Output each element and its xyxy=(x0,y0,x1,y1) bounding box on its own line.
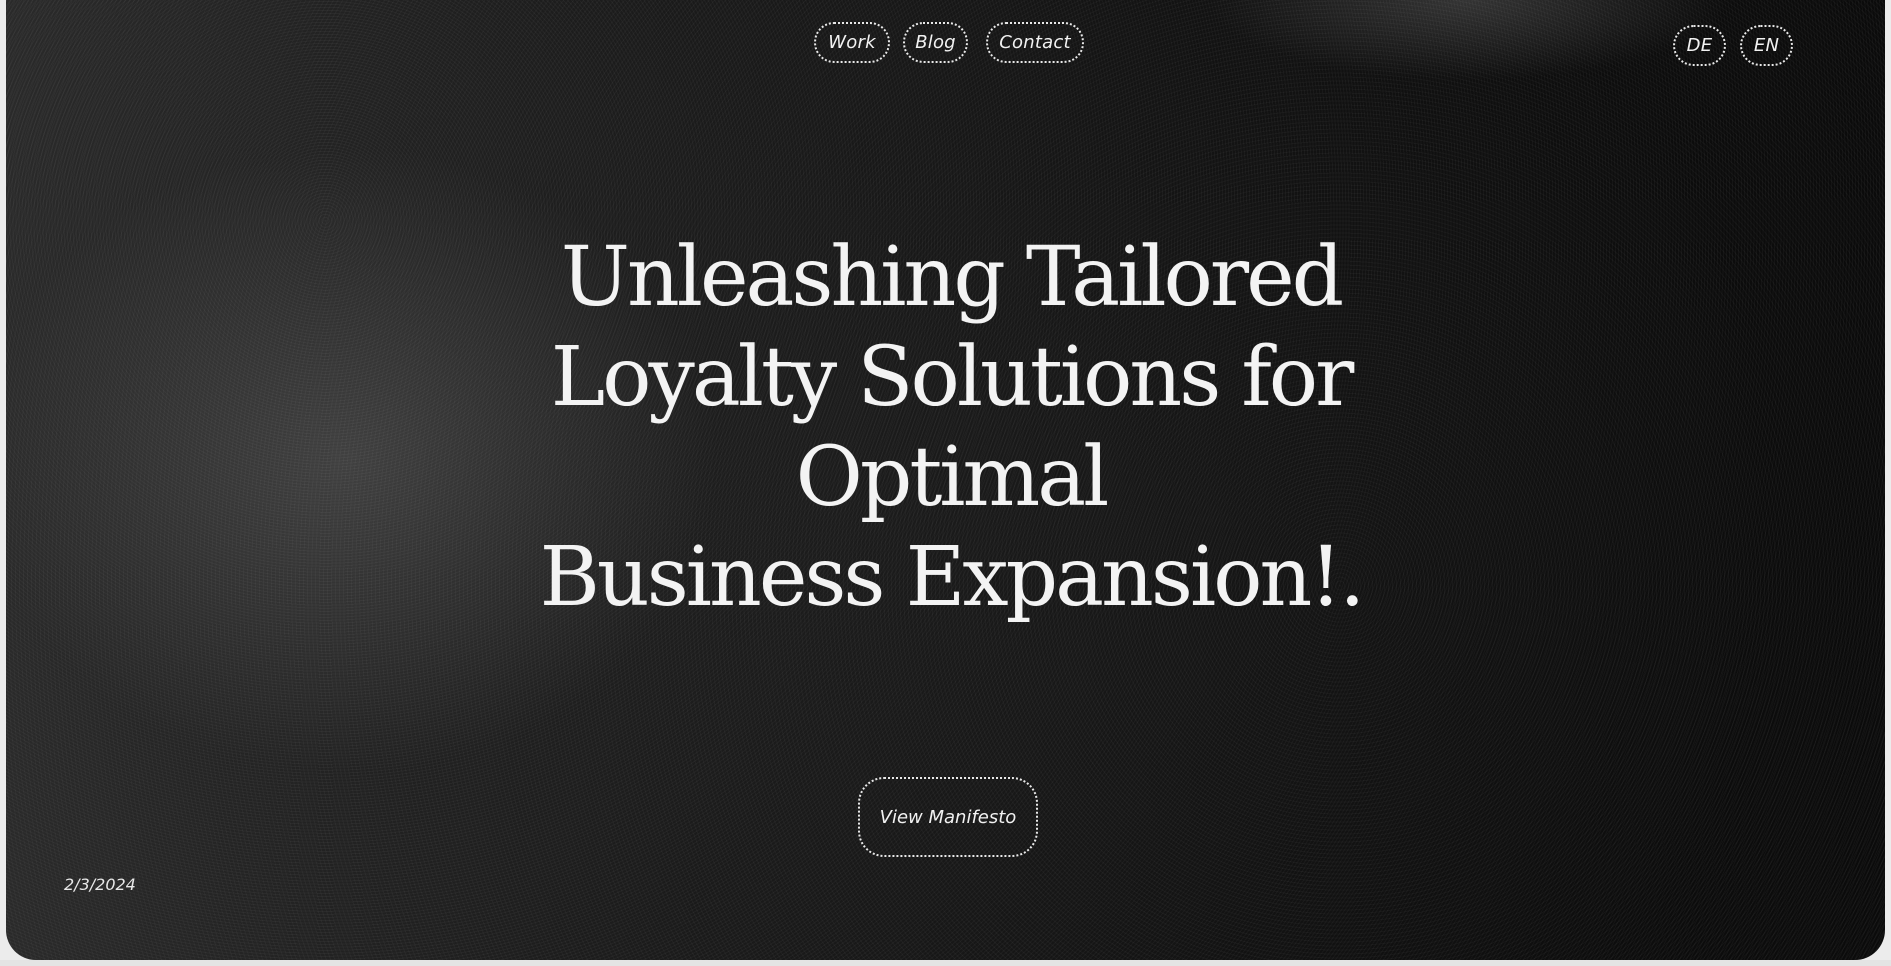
date-label: 2/3/2024 xyxy=(64,875,136,894)
language-de-button[interactable]: DE xyxy=(1673,25,1726,66)
headline-line-3: Optimal xyxy=(795,430,1110,525)
headline-line-2: Loyalty Solutions for xyxy=(550,330,1355,425)
nav-work-link[interactable]: Work xyxy=(814,22,890,63)
language-en-button[interactable]: EN xyxy=(1740,25,1793,66)
view-manifesto-button[interactable]: View Manifesto xyxy=(858,777,1038,857)
bottom-edge xyxy=(0,960,1891,966)
hero-section: Work Blog Contact DE EN Unleashing Tailo… xyxy=(6,0,1885,960)
nav-contact-link[interactable]: Contact xyxy=(986,22,1084,63)
headline-line-1: Unleashing Tailored xyxy=(560,230,1344,325)
headline-line-4: Business Expansion!. xyxy=(539,530,1366,625)
nav-blog-link[interactable]: Blog xyxy=(903,22,968,63)
hero-headline: Unleashing Tailored Loyalty Solutions fo… xyxy=(486,228,1416,628)
